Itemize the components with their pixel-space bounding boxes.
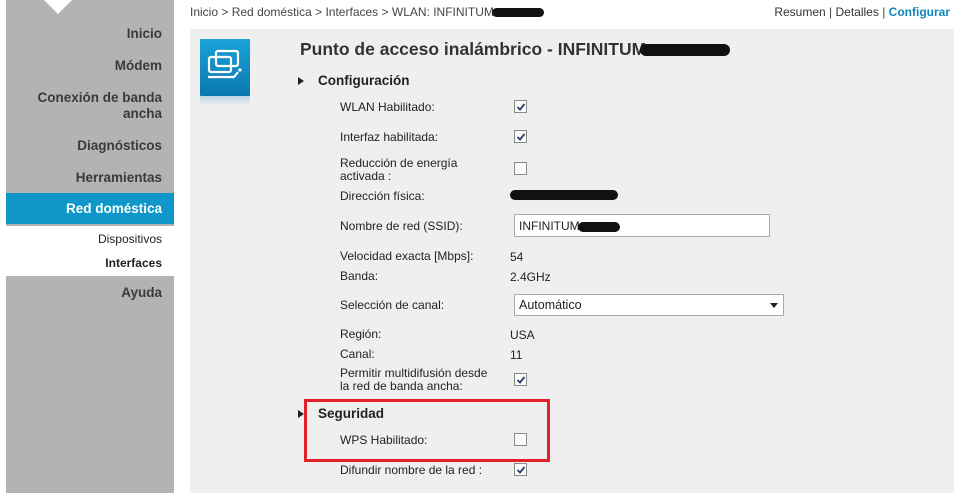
- view-separator: |: [829, 5, 833, 19]
- multicast-label-line2: la red de banda ancha:: [340, 379, 463, 393]
- mac-address-value: [510, 187, 618, 201]
- redaction-mark: [577, 221, 620, 232]
- summary-link[interactable]: Resumen: [774, 5, 825, 19]
- speed-value: 54: [510, 250, 524, 264]
- mac-address-label: Dirección física:: [340, 189, 425, 203]
- speed-label: Velocidad exacta [Mbps]:: [340, 249, 474, 263]
- channel-value: 11: [510, 348, 523, 362]
- breadcrumb-separator: >: [221, 5, 229, 19]
- redaction-mark: [510, 189, 618, 200]
- sidebar-item-diagnosticos[interactable]: Diagnósticos: [77, 138, 162, 154]
- band-value: 2.4GHz: [510, 270, 551, 284]
- ssid-label: Nombre de red (SSID):: [340, 219, 463, 233]
- page-title-text: Punto de acceso inalámbrico - INFINITUM: [300, 39, 647, 59]
- broadcast-ssid-label: Difundir nombre de la red :: [340, 463, 483, 477]
- checkmark-icon: [516, 466, 526, 474]
- breadcrumb-interfaces[interactable]: Interfaces: [325, 5, 378, 19]
- sidebar-item-ayuda[interactable]: Ayuda: [121, 285, 162, 301]
- expand-triangle-icon: [298, 77, 304, 85]
- redaction-mark: [640, 44, 731, 57]
- breadcrumb-separator: >: [381, 5, 389, 19]
- breadcrumb-separator: >: [315, 5, 323, 19]
- details-link[interactable]: Detalles: [835, 5, 878, 19]
- sidebar-item-herramientas[interactable]: Herramientas: [76, 170, 162, 186]
- sidebar: Inicio Módem Conexión de banda ancha Dia…: [6, 0, 174, 493]
- ssid-value: INFINITUM: [519, 219, 580, 233]
- main-panel: Punto de acceso inalámbrico - INFINITUM …: [190, 29, 954, 493]
- sidebar-item-red-domestica[interactable]: Red doméstica: [6, 193, 174, 224]
- iface-enabled-checkbox[interactable]: [514, 130, 527, 143]
- breadcrumb-red-domestica[interactable]: Red doméstica: [232, 5, 312, 19]
- breadcrumb-current: WLAN: INFINITUM: [391, 5, 494, 19]
- config-heading-text: Configuración: [318, 73, 410, 88]
- access-point-icon: [200, 39, 250, 106]
- power-reduction-label: Reducción de energía activada :: [340, 157, 457, 183]
- multicast-checkbox[interactable]: [514, 373, 527, 386]
- power-reduction-checkbox[interactable]: [514, 162, 527, 175]
- breadcrumb-inicio[interactable]: Inicio: [190, 5, 218, 19]
- channel-select-label: Selección de canal:: [340, 298, 445, 312]
- sidebar-notch: [44, 0, 72, 14]
- band-label: Banda:: [340, 269, 379, 283]
- sidebar-subnav: Dispositivos Interfaces: [6, 226, 174, 276]
- subnav-item-interfaces[interactable]: Interfaces: [105, 256, 162, 270]
- channel-select[interactable]: Automático: [514, 294, 784, 316]
- view-separator: |: [882, 5, 886, 19]
- breadcrumb: Inicio > Red doméstica > Interfaces > WL…: [190, 5, 544, 19]
- ssid-input[interactable]: INFINITUM: [514, 214, 770, 237]
- checkmark-icon: [516, 103, 526, 111]
- broadcast-ssid-checkbox[interactable]: [514, 463, 527, 476]
- configure-link[interactable]: Configurar: [889, 5, 950, 19]
- checkmark-icon: [516, 376, 526, 384]
- highlight-annotation: [304, 399, 550, 462]
- page-title: Punto de acceso inalámbrico - INFINITUM: [300, 39, 731, 60]
- channel-label: Canal:: [340, 347, 375, 361]
- view-switcher: Resumen | Detalles | Configurar: [774, 5, 950, 19]
- channel-select-value: Automático: [519, 298, 582, 312]
- iface-enabled-label: Interfaz habilitada:: [340, 130, 439, 144]
- redaction-mark: [491, 8, 544, 18]
- region-value: USA: [510, 328, 535, 342]
- chevron-down-icon: [770, 303, 778, 308]
- power-reduction-label-line2: activada :: [340, 169, 392, 183]
- multicast-label: Permitir multidifusión desde la red de b…: [340, 367, 487, 393]
- config-section-heading[interactable]: Configuración: [298, 73, 410, 88]
- wlan-enabled-checkbox[interactable]: [514, 100, 527, 113]
- icon-reflection: [200, 96, 250, 106]
- checkmark-icon: [516, 133, 526, 141]
- wlan-enabled-label: WLAN Habilitado:: [340, 100, 435, 114]
- sidebar-item-modem[interactable]: Módem: [115, 58, 162, 74]
- region-label: Región:: [340, 327, 382, 341]
- subnav-item-dispositivos[interactable]: Dispositivos: [98, 232, 162, 246]
- sidebar-item-conexion-banda-ancha[interactable]: Conexión de banda ancha: [12, 90, 162, 122]
- sidebar-item-inicio[interactable]: Inicio: [127, 26, 162, 42]
